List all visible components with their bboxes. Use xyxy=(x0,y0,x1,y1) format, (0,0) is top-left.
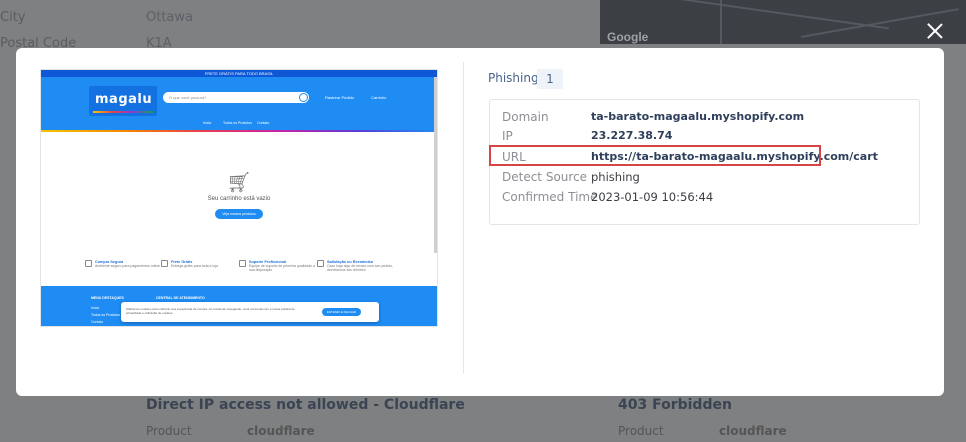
detail-key: Domain xyxy=(502,110,549,124)
bg-value-city: Ottawa xyxy=(146,10,193,25)
shot-empty-cart: 🛒︎ Seu carrinho está vazio Veja nossos p… xyxy=(41,170,437,220)
detail-row-source: Detect Source phishing xyxy=(502,170,902,188)
shot-feature: Frete Grátis Entrega grátis para toda a l… xyxy=(161,260,241,268)
shot-nav-contact: Contato xyxy=(257,121,270,125)
shot-feature: Satisfação ou Reembolso Caso haja algo de… xyxy=(317,260,397,272)
detail-value-confirmed: 2023-01-09 10:56:44 xyxy=(591,190,714,204)
detail-value-source: phishing xyxy=(591,170,640,184)
detail-row-confirmed: Confirmed Time 2023-01-09 10:56:44 xyxy=(502,190,902,208)
map-brand: Google xyxy=(607,30,649,44)
url-highlight-box xyxy=(489,145,821,166)
bg-card-value-1: cloudflare xyxy=(247,424,315,438)
bg-card-label-1: Product xyxy=(146,424,192,438)
shot-track-order: Rastrear Pedido xyxy=(325,95,354,100)
shot-cookie-banner: Utilizamos cookies para melhorar sua exp… xyxy=(121,302,379,322)
detail-value-ip[interactable]: 23.227.38.74 xyxy=(591,129,672,142)
detail-value-domain[interactable]: ta-barato-magaalu.myshopify.com xyxy=(591,110,804,123)
shot-scrollbar xyxy=(434,77,437,253)
shot-header: magalu O que você procura? Rastrear Pedi… xyxy=(41,77,437,130)
shot-feature: Compra Segura Ambiente seguro para pagame… xyxy=(85,260,165,268)
shot-rainbow-bar xyxy=(41,130,437,132)
threat-tag-label: Phishing xyxy=(488,71,539,85)
shot-topbar: FRETE GRÁTIS PARA TODO BRASIL xyxy=(41,70,437,77)
detail-key: Detect Source xyxy=(502,170,588,184)
threat-tag-count: 1 xyxy=(537,69,563,89)
detail-modal: FRETE GRÁTIS PARA TODO BRASIL magalu O q… xyxy=(16,48,944,396)
detail-key: Confirmed Time xyxy=(502,190,598,204)
shot-browse-button: Veja nossos produtos xyxy=(215,209,263,219)
cart-icon: 🛒︎ xyxy=(226,172,252,194)
bg-card-label-2: Product xyxy=(618,424,664,438)
shot-search: O que você procura? xyxy=(163,92,309,103)
bg-card-value-2: cloudflare xyxy=(719,424,787,438)
shot-nav-home: Início xyxy=(203,121,212,125)
shot-logo: magalu xyxy=(89,86,157,116)
detail-row-domain: Domain ta-barato-magaalu.myshopify.com xyxy=(502,110,902,128)
bg-map xyxy=(600,0,966,44)
site-screenshot[interactable]: FRETE GRÁTIS PARA TODO BRASIL magalu O q… xyxy=(40,69,438,327)
shot-nav-products: Todos os Produtos xyxy=(223,121,252,125)
shot-feature: Suporte Profissional Equipe de suporte de… xyxy=(239,260,319,272)
bg-label-city: City xyxy=(0,10,26,25)
detail-key: IP xyxy=(502,129,513,143)
close-icon[interactable] xyxy=(925,21,945,41)
shot-empty-text: Seu carrinho está vazio xyxy=(207,196,271,202)
bg-card-title-2: 403 Forbidden xyxy=(618,397,732,413)
divider xyxy=(463,62,464,374)
bg-card-title-1: Direct IP access not allowed - Cloudflar… xyxy=(146,397,465,413)
shot-features: Compra Segura Ambiente seguro para pagame… xyxy=(85,260,397,278)
shot-cart-link: Carrinho xyxy=(371,95,387,100)
